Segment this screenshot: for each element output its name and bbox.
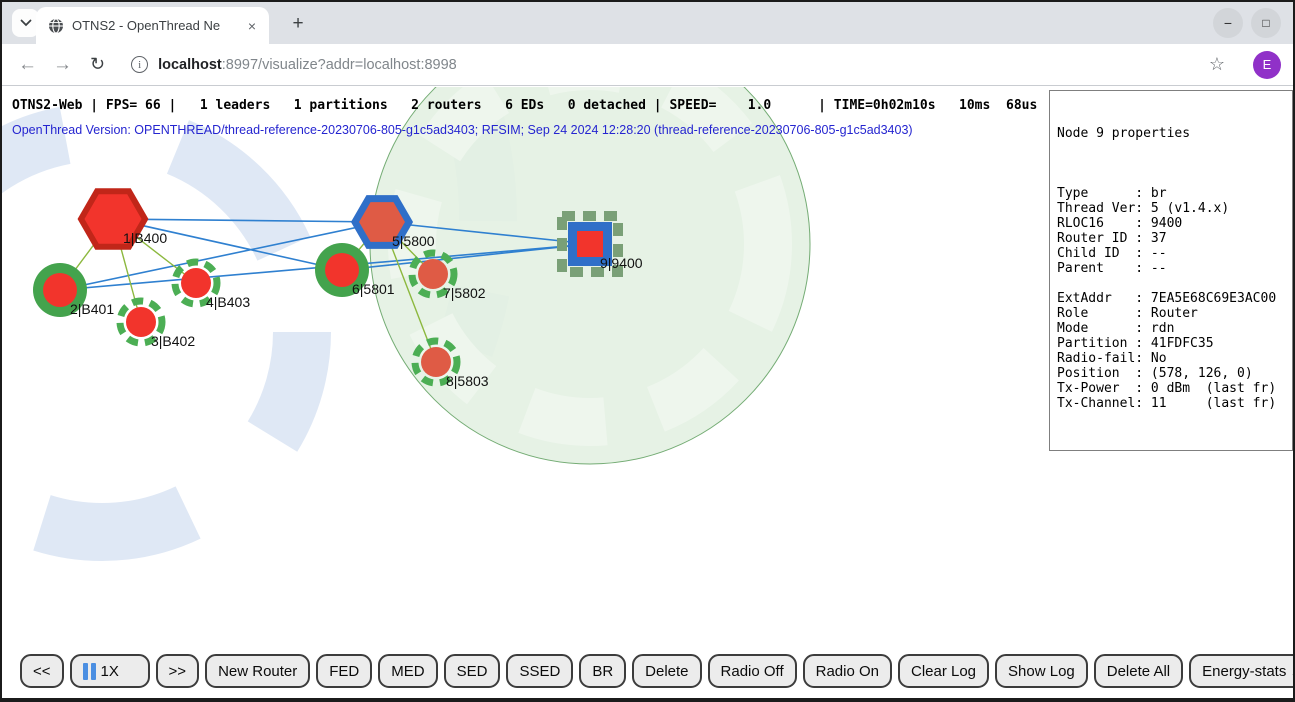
- node-label: 1|B400: [123, 230, 167, 246]
- status-bar: OTNS2-Web | FPS= 66 | 1 leaders 1 partit…: [12, 98, 1037, 113]
- clear-log-button[interactable]: Clear Log: [898, 654, 989, 688]
- chevron-down-icon: [20, 19, 32, 27]
- property-row: Router ID : 37: [1057, 231, 1285, 246]
- speed-down-button[interactable]: <<: [20, 654, 64, 688]
- property-row: Tx-Channel: 11 (last fr): [1057, 396, 1285, 411]
- button-label: Energy-stats ↗: [1202, 662, 1293, 680]
- button-label: MED: [391, 663, 424, 680]
- energy-stats-button[interactable]: Energy-stats ↗: [1189, 654, 1293, 688]
- property-row: Thread Ver: 5 (v1.4.x): [1057, 201, 1285, 216]
- button-label: BR: [592, 663, 613, 680]
- node-label: 3|B402: [151, 333, 195, 349]
- url-field[interactable]: localhost:8997/visualize?addr=localhost:…: [158, 57, 1209, 73]
- new-tab-button[interactable]: +: [285, 11, 311, 37]
- radio-off-button[interactable]: Radio Off: [708, 654, 797, 688]
- sed-button[interactable]: SED: [444, 654, 501, 688]
- br-button[interactable]: BR: [579, 654, 626, 688]
- node-core: [577, 231, 603, 257]
- property-row: Mode : rdn: [1057, 321, 1285, 336]
- ssed-button[interactable]: SSED: [506, 654, 573, 688]
- node-properties-title: Node 9 properties: [1057, 126, 1285, 141]
- delete-button[interactable]: Delete: [632, 654, 701, 688]
- tab-title: OTNS2 - OpenThread Ne: [72, 18, 243, 33]
- button-label: Delete All: [1107, 663, 1170, 680]
- node-3[interactable]: 3|B402: [120, 301, 195, 349]
- browser-window: OTNS2 - OpenThread Ne × + − □ ← → ↻ i lo…: [0, 0, 1295, 702]
- property-row: Role : Router: [1057, 306, 1285, 321]
- back-icon[interactable]: ←: [18, 54, 37, 76]
- action-toolbar: << 1X >> New Router FED MED SED SSED BR Delete Rad…: [20, 654, 1293, 688]
- button-label: >>: [169, 663, 187, 680]
- url-path: :8997/visualize?addr=localhost:8998: [222, 57, 457, 73]
- pause-speed-button[interactable]: 1X: [70, 654, 150, 688]
- show-log-button[interactable]: Show Log: [995, 654, 1088, 688]
- node-label: 8|5803: [446, 373, 489, 389]
- new-router-button[interactable]: New Router: [205, 654, 310, 688]
- url-host: localhost: [158, 57, 222, 73]
- button-label: Clear Log: [911, 663, 976, 680]
- window-minimize-button[interactable]: −: [1213, 8, 1243, 38]
- visualizer-canvas: 1|B400 2|B401 3|B402 4|B403 5|5800 6|5801 7|58…: [2, 87, 1293, 700]
- node-label: 4|B403: [206, 294, 250, 310]
- property-row: Child ID : --: [1057, 246, 1285, 261]
- node-label: 9|9400: [600, 255, 643, 271]
- profile-avatar[interactable]: E: [1253, 51, 1281, 79]
- property-row: Radio-fail: No: [1057, 351, 1285, 366]
- tab-otns2[interactable]: OTNS2 - OpenThread Ne ×: [36, 7, 269, 44]
- globe-favicon-icon: [48, 18, 64, 34]
- button-label: Radio Off: [721, 663, 784, 680]
- property-row: [1057, 276, 1285, 291]
- tab-strip: OTNS2 - OpenThread Ne × + − □: [2, 2, 1293, 44]
- button-label: Show Log: [1008, 663, 1075, 680]
- property-row: Type : br: [1057, 186, 1285, 201]
- property-row: RLOC16 : 9400: [1057, 216, 1285, 231]
- forward-icon[interactable]: →: [53, 54, 72, 76]
- node-label: 5|5800: [392, 233, 435, 249]
- radio-on-button[interactable]: Radio On: [803, 654, 892, 688]
- tab-search-chevron-button[interactable]: [12, 9, 39, 37]
- node-label: 2|B401: [70, 301, 114, 317]
- address-bar: ← → ↻ i localhost:8997/visualize?addr=lo…: [2, 44, 1293, 86]
- button-label: <<: [33, 663, 51, 680]
- button-label: Radio On: [816, 663, 879, 680]
- bookmark-star-icon[interactable]: ☆: [1209, 54, 1225, 75]
- property-row: Position : (578, 126, 0): [1057, 366, 1285, 381]
- property-row: Tx-Power : 0 dBm (last fr): [1057, 381, 1285, 396]
- property-row: Parent : --: [1057, 261, 1285, 276]
- button-label: Delete: [645, 663, 688, 680]
- openthread-version-line: OpenThread Version: OPENTHREAD/thread-re…: [12, 123, 913, 137]
- node-2[interactable]: 2|B401: [33, 263, 114, 317]
- button-label: 1X: [101, 663, 119, 680]
- med-button[interactable]: MED: [378, 654, 437, 688]
- pause-icon: [83, 663, 96, 680]
- node-properties-panel: Node 9 properties Type : brThread Ver: 5…: [1049, 90, 1293, 451]
- fed-button[interactable]: FED: [316, 654, 372, 688]
- button-label: SED: [457, 663, 488, 680]
- page-info-icon[interactable]: i: [131, 56, 148, 73]
- speed-up-button[interactable]: >>: [156, 654, 200, 688]
- window-maximize-button[interactable]: □: [1251, 8, 1281, 38]
- button-label: New Router: [218, 663, 297, 680]
- delete-all-button[interactable]: Delete All: [1094, 654, 1183, 688]
- reload-icon[interactable]: ↻: [90, 54, 105, 75]
- property-row: ExtAddr : 7EA5E68C69E3AC00: [1057, 291, 1285, 306]
- button-label: FED: [329, 663, 359, 680]
- node-label: 6|5801: [352, 281, 395, 297]
- property-row: Partition : 41FDFC35: [1057, 336, 1285, 351]
- node-properties-rows: Type : brThread Ver: 5 (v1.4.x)RLOC16 : …: [1057, 186, 1285, 411]
- node-label: 7|5802: [443, 285, 486, 301]
- tab-close-icon[interactable]: ×: [243, 17, 261, 35]
- node-4[interactable]: 4|B403: [175, 262, 250, 310]
- button-label: SSED: [519, 663, 560, 680]
